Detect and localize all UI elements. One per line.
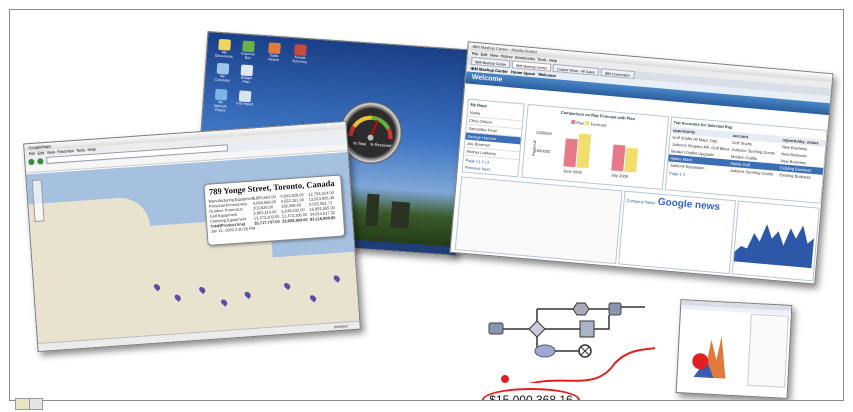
chart-legend: Plan Forecast [571,119,606,128]
flow-node-icon [488,322,504,335]
desktop-icon[interactable]: GIS Import [235,90,254,106]
report-chart-icon [683,336,744,380]
forward-icon[interactable] [37,157,44,165]
bar-plan-july [611,144,626,172]
menu-edit[interactable]: Edit [480,52,487,58]
thumbnail-icon [29,398,43,410]
legend-swatch-plan [571,119,576,125]
screenshot-collage: My Documents Expense Doc Sales Report An… [9,9,844,401]
menu-history[interactable]: History [500,53,513,59]
menu-view[interactable]: View [489,52,498,58]
back-icon[interactable] [28,158,35,165]
menu-file[interactable]: File [472,51,479,57]
zoom-slider[interactable] [31,179,45,222]
area-chart-icon [733,224,815,269]
browser-tab[interactable]: IBM Corporation [600,68,635,80]
desktop-icon[interactable]: Sales Report [265,42,284,62]
flow-hexagon-icon [572,302,590,316]
google-news-logo: Google news [657,196,721,213]
flow-process-icon [579,320,595,338]
legend-swatch-forecast [585,120,590,126]
flow-connector-icon [534,344,556,358]
bar-forecast-june [576,133,592,169]
flow-decision-icon [528,320,546,338]
menu-tools[interactable]: Tools [537,57,547,63]
map-info-popup: 789 Yonge Street, Toronto, Canada Manufa… [203,174,346,246]
flow-diagram [488,302,655,383]
desktop-icon[interactable]: Expense Doc [239,40,258,60]
accounts-panel: Top Accounts for Selected Rep opportunit… [664,116,828,204]
tag-cloud-panel [454,176,623,265]
news-panel: Company News Google news [618,190,737,275]
bar-forecast-july [624,147,639,173]
stonehenge-stone [365,193,380,227]
stock-chart-panel [731,200,820,282]
flow-node-icon [608,302,622,316]
desktop-icon[interactable]: My Network Places [211,88,231,113]
total-amount-readout: $15,000,368.16 [482,388,580,400]
desktop-icon[interactable]: Budget Plan [237,64,256,84]
google-maps-browser-window: GoogleMaps File Edit View Favorites Tool… [23,120,361,353]
desktop-icon[interactable]: Annual Summary [291,44,310,64]
report-window [675,299,793,399]
stonehenge-stone [390,201,411,229]
desktop-icon[interactable]: My Computer [213,62,232,83]
reps-panel: My Reps Name Chris Ohlson Samantha Frost… [461,98,525,178]
mashup-browser-window: IBM Mashup Center - Mozilla Firefox File… [449,41,834,285]
chart-panel: Comparison on Rep Forecast with Plan Pla… [521,103,670,190]
desktop-icon[interactable]: My Documents [215,38,234,59]
map-landmass [262,251,360,328]
report-side-panel [747,313,789,388]
bar-plan-june [563,138,578,168]
menu-help[interactable]: Help [549,58,558,64]
